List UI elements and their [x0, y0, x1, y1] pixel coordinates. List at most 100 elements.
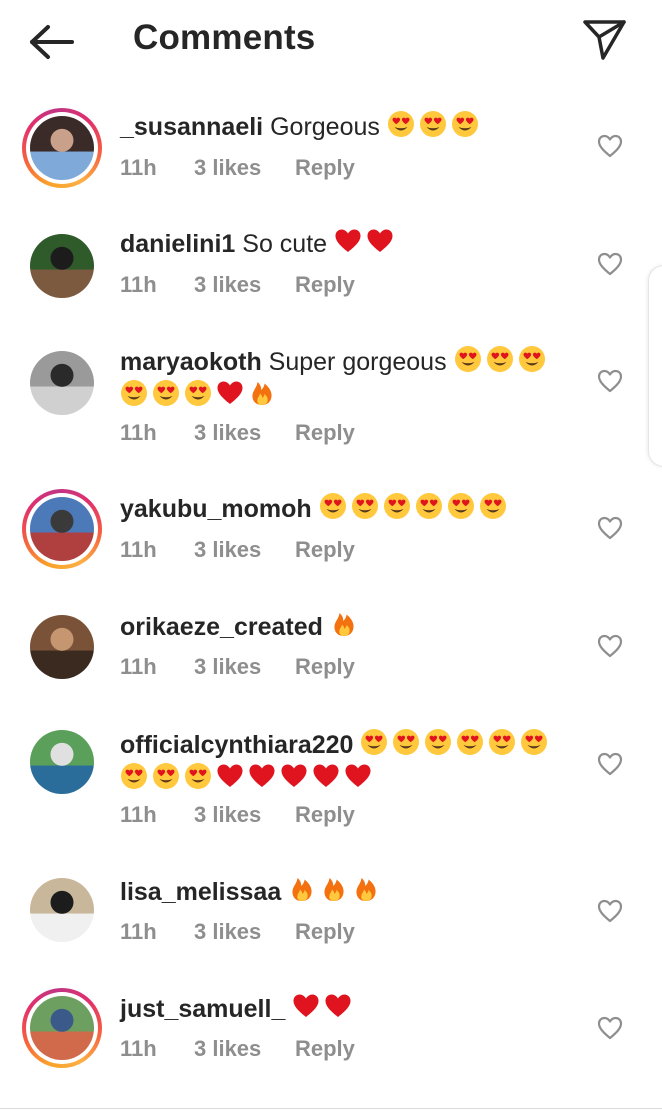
fire-emoji-icon — [252, 382, 272, 405]
avatar-image — [30, 996, 94, 1060]
fire-emoji-icon — [324, 878, 344, 901]
fire-emoji-icon — [334, 613, 354, 636]
comment-likes[interactable]: 3 likes — [194, 1036, 261, 1062]
arrow-left-icon — [30, 25, 74, 59]
comment-username[interactable]: lisa_melissaa — [120, 878, 281, 906]
heart-eyes-emoji-icon — [451, 111, 478, 137]
heart-eyes-emoji-icon — [419, 111, 446, 137]
comment-text: orikaeze_created — [120, 610, 560, 644]
heart-outline-icon — [597, 634, 623, 658]
comment-username[interactable]: officialcynthiara220 — [120, 731, 353, 759]
comment-likes[interactable]: 3 likes — [194, 654, 261, 680]
reply-button[interactable]: Reply — [295, 155, 355, 181]
heart-eyes-emoji-icon — [425, 729, 452, 755]
heart-eyes-emoji-icon — [457, 729, 484, 755]
reply-button[interactable]: Reply — [295, 1036, 355, 1062]
comment-username[interactable]: maryaokoth — [120, 348, 262, 376]
heart-eyes-emoji-icon — [153, 763, 179, 789]
avatar-image — [30, 116, 94, 180]
page-title: Comments — [133, 18, 316, 57]
fire-emoji-icon — [292, 878, 312, 901]
like-comment-button[interactable] — [596, 367, 624, 395]
red-heart-emoji-icon — [293, 994, 319, 1017]
red-heart-emoji-icon — [345, 764, 371, 787]
paper-plane-icon — [583, 20, 626, 60]
comment-text: danielini1 So cute — [120, 227, 560, 261]
heart-outline-icon — [597, 752, 623, 776]
avatar-image — [30, 878, 94, 942]
heart-eyes-emoji-icon — [185, 763, 211, 789]
avatar-image — [30, 351, 94, 415]
avatar-image — [30, 730, 94, 794]
avatar[interactable] — [22, 108, 102, 188]
heart-eyes-emoji-icon — [489, 729, 516, 755]
red-heart-emoji-icon — [217, 381, 243, 404]
avatar[interactable] — [22, 343, 102, 423]
avatar[interactable] — [22, 988, 102, 1068]
avatar[interactable] — [22, 870, 102, 950]
side-panel-edge[interactable] — [648, 265, 662, 467]
heart-eyes-emoji-icon — [319, 493, 346, 519]
heart-eyes-emoji-icon — [479, 493, 506, 519]
heart-eyes-emoji-icon — [361, 729, 388, 755]
comment-likes[interactable]: 3 likes — [194, 919, 261, 945]
like-comment-button[interactable] — [596, 514, 624, 542]
avatar[interactable] — [22, 607, 102, 687]
comment-username[interactable]: orikaeze_created — [120, 613, 323, 641]
red-heart-emoji-icon — [249, 764, 275, 787]
comment-likes[interactable]: 3 likes — [194, 272, 261, 298]
comment-time: 11h — [120, 537, 157, 562]
like-comment-button[interactable] — [596, 1014, 624, 1042]
avatar[interactable] — [22, 489, 102, 569]
comment-likes[interactable]: 3 likes — [194, 537, 261, 563]
comment-likes[interactable]: 3 likes — [194, 155, 261, 181]
avatar[interactable] — [22, 722, 102, 802]
heart-eyes-emoji-icon — [185, 380, 211, 406]
comment-likes[interactable]: 3 likes — [194, 802, 261, 828]
avatar-image — [30, 615, 94, 679]
reply-button[interactable]: Reply — [295, 654, 355, 680]
reply-button[interactable]: Reply — [295, 420, 355, 446]
reply-button[interactable]: Reply — [295, 802, 355, 828]
like-comment-button[interactable] — [596, 750, 624, 778]
reply-button[interactable]: Reply — [295, 919, 355, 945]
divider — [0, 1108, 662, 1109]
comment-text: _susannaeli Gorgeous — [120, 110, 560, 144]
heart-outline-icon — [597, 899, 623, 923]
heart-eyes-emoji-icon — [521, 729, 548, 755]
comment-username[interactable]: just_samuell_ — [120, 995, 285, 1023]
like-comment-button[interactable] — [596, 632, 624, 660]
comment-time: 11h — [120, 272, 157, 297]
heart-eyes-emoji-icon — [393, 729, 420, 755]
red-heart-emoji-icon — [367, 229, 393, 252]
like-comment-button[interactable] — [596, 897, 624, 925]
heart-outline-icon — [597, 252, 623, 276]
reply-button[interactable]: Reply — [295, 272, 355, 298]
comment-time: 11h — [120, 919, 157, 944]
comment-time: 11h — [120, 420, 157, 445]
back-button[interactable] — [26, 20, 78, 64]
comment-username[interactable]: _susannaeli — [120, 113, 263, 141]
red-heart-emoji-icon — [313, 764, 339, 787]
avatar-image — [30, 497, 94, 561]
comment-text: maryaokoth Super gorgeous — [120, 345, 560, 413]
heart-eyes-emoji-icon — [383, 493, 410, 519]
comment-username[interactable]: yakubu_momoh — [120, 495, 312, 523]
like-comment-button[interactable] — [596, 132, 624, 160]
heart-eyes-emoji-icon — [486, 346, 513, 372]
reply-button[interactable]: Reply — [295, 537, 355, 563]
share-button[interactable] — [580, 15, 630, 63]
comment-likes[interactable]: 3 likes — [194, 420, 261, 446]
comment-body: Gorgeous — [270, 113, 380, 141]
heart-eyes-emoji-icon — [121, 380, 147, 406]
comment-text: yakubu_momoh — [120, 492, 560, 526]
comment-text: lisa_melissaa — [120, 875, 560, 909]
comment-time: 11h — [120, 1036, 157, 1061]
heart-eyes-emoji-icon — [387, 111, 414, 137]
heart-eyes-emoji-icon — [447, 493, 474, 519]
red-heart-emoji-icon — [335, 229, 361, 252]
comment-time: 11h — [120, 654, 157, 679]
avatar[interactable] — [22, 226, 102, 306]
comment-username[interactable]: danielini1 — [120, 230, 235, 258]
like-comment-button[interactable] — [596, 250, 624, 278]
